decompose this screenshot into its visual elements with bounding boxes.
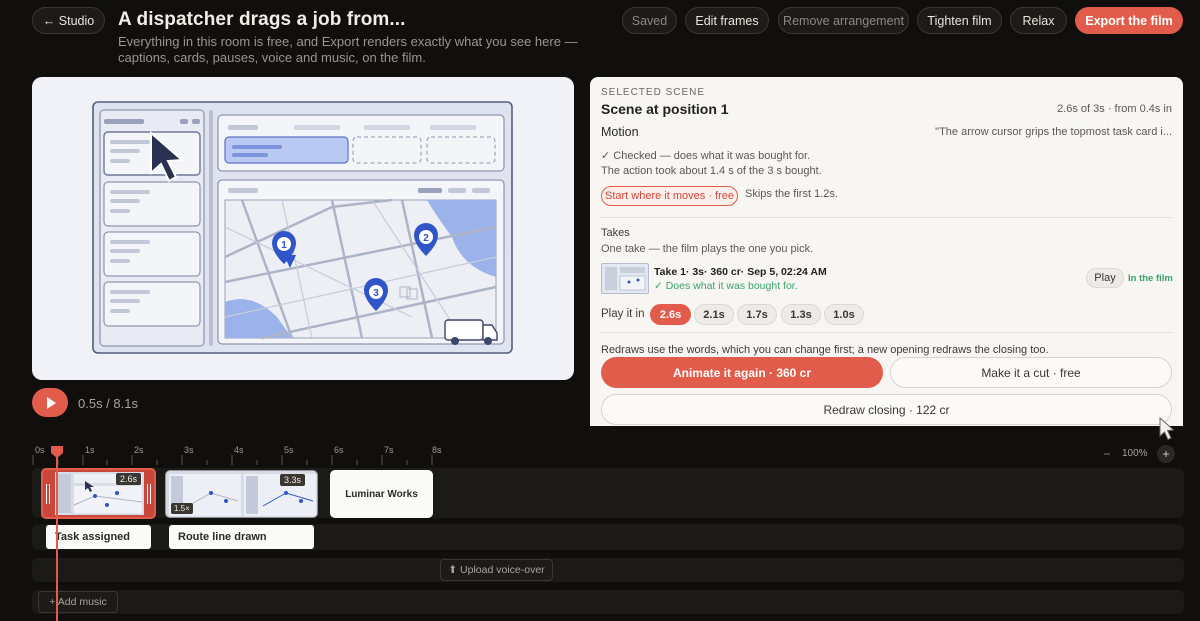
playhead-line[interactable]: [56, 452, 58, 621]
saved-indicator: Saved: [622, 7, 677, 34]
timeline-clip-selected[interactable]: 2.6s: [41, 468, 156, 519]
ruler-tick: 3s: [184, 445, 194, 455]
motion-quote[interactable]: "The arrow cursor grips the topmost task…: [935, 126, 1172, 138]
takes-note: One take — the film plays the one you pi…: [601, 243, 814, 255]
duration-chip[interactable]: 1.7s: [737, 304, 777, 325]
playback-time: 0.5s / 8.1s: [78, 396, 138, 411]
take-title: Take 1· 3s· 360 cr· Sep 5, 02:24 AM: [654, 266, 827, 278]
map-pin-label: 1: [281, 240, 287, 251]
clip-speed-badge: 1.5×: [171, 503, 193, 514]
trim-handle-right[interactable]: [147, 484, 151, 504]
scene-title: Scene at position 1: [601, 101, 729, 117]
page-subtitle: Everything in this room is free, and Exp…: [118, 34, 578, 65]
ruler-tick: 2s: [134, 445, 144, 455]
zoom-out-button[interactable]: −: [1098, 445, 1116, 463]
zoom-in-button[interactable]: +: [1157, 445, 1175, 463]
selected-scene-panel: SELECTED SCENE Scene at position 1 2.6s …: [590, 77, 1183, 426]
clip-duration-badge: 2.6s: [116, 473, 142, 485]
zoom-level: 100%: [1122, 448, 1148, 459]
skips-note: Skips the first 1.2s.: [745, 188, 838, 200]
ruler-tick: 6s: [334, 445, 344, 455]
export-film-button[interactable]: Export the film: [1075, 7, 1183, 34]
back-to-studio-button[interactable]: ← Studio: [32, 7, 105, 34]
relax-button[interactable]: Relax: [1010, 7, 1067, 34]
make-it-a-cut-button[interactable]: Make it a cut · free: [890, 357, 1172, 388]
timeline-clip[interactable]: 3.3s 1.5×: [165, 470, 318, 518]
add-music-button[interactable]: + Add music: [38, 591, 118, 613]
redraw-note: Redraws use the words, which you can cha…: [601, 344, 1049, 356]
edit-frames-button[interactable]: Edit frames: [685, 7, 769, 34]
start-where-it-moves-button[interactable]: Start where it moves · free: [601, 186, 738, 206]
in-the-film-badge: In the film: [1128, 273, 1173, 284]
map-pin-label: 2: [423, 233, 429, 244]
tighten-film-button[interactable]: Tighten film: [917, 7, 1002, 34]
play-button[interactable]: [32, 388, 68, 417]
motion-label: Motion: [601, 125, 639, 139]
video-preview[interactable]: 1 2 3: [32, 77, 574, 380]
play-icon: [46, 396, 56, 409]
ruler-tick: 7s: [384, 445, 394, 455]
takes-label: Takes: [601, 227, 630, 239]
caption-chip[interactable]: Route line drawn: [169, 525, 314, 549]
mouse-cursor-icon: [1159, 416, 1175, 441]
ruler-tick: 0s: [35, 445, 45, 455]
trim-handle-left[interactable]: [46, 484, 50, 504]
map-pin-label: 3: [373, 288, 379, 299]
take-status: ✓ Does what it was bought for.: [654, 280, 798, 292]
timeline-ruler[interactable]: 0s 1s 2s 3s 4s 5s 6s 7s 8s: [32, 445, 452, 465]
duration-chip[interactable]: 2.1s: [694, 304, 734, 325]
duration-chip[interactable]: 1.3s: [781, 304, 821, 325]
voice-track: [32, 558, 1184, 582]
upload-voice-over-button[interactable]: ⬆ Upload voice-over: [440, 559, 553, 581]
checked-status: ✓ Checked — does what it was bought for.: [601, 150, 811, 162]
panel-eyebrow: SELECTED SCENE: [601, 87, 706, 98]
scene-meta: 2.6s of 3s · from 0.4s in: [1057, 103, 1172, 115]
playhead-handle-icon[interactable]: [51, 446, 63, 458]
music-track: [32, 590, 1184, 614]
ruler-tick: 4s: [234, 445, 244, 455]
divider: [600, 217, 1172, 218]
ruler-tick: 1s: [85, 445, 95, 455]
clip-duration-badge: 3.3s: [280, 474, 306, 486]
ruler-tick: 5s: [284, 445, 294, 455]
duration-chip-selected[interactable]: 2.6s: [650, 304, 691, 325]
take-play-button[interactable]: Play: [1086, 268, 1124, 288]
redraw-closing-button[interactable]: Redraw closing · 122 cr: [601, 394, 1172, 425]
duration-chip[interactable]: 1.0s: [824, 304, 864, 325]
caption-chip[interactable]: Task assigned: [46, 525, 151, 549]
remove-arrangement-button[interactable]: Remove arrangement: [778, 7, 909, 34]
animate-again-button[interactable]: Animate it again · 360 cr: [601, 357, 883, 388]
preview-illustration: 1 2 3: [92, 101, 513, 354]
take-thumbnail[interactable]: [601, 263, 649, 294]
action-note: The action took about 1.4 s of the 3 s b…: [601, 165, 822, 177]
divider: [600, 332, 1172, 333]
play-it-in-label: Play it in: [601, 308, 645, 320]
title-card-clip[interactable]: Luminar Works: [330, 470, 433, 518]
ruler-tick: 8s: [432, 445, 442, 455]
page-title: A dispatcher drags a job from...: [118, 9, 406, 30]
